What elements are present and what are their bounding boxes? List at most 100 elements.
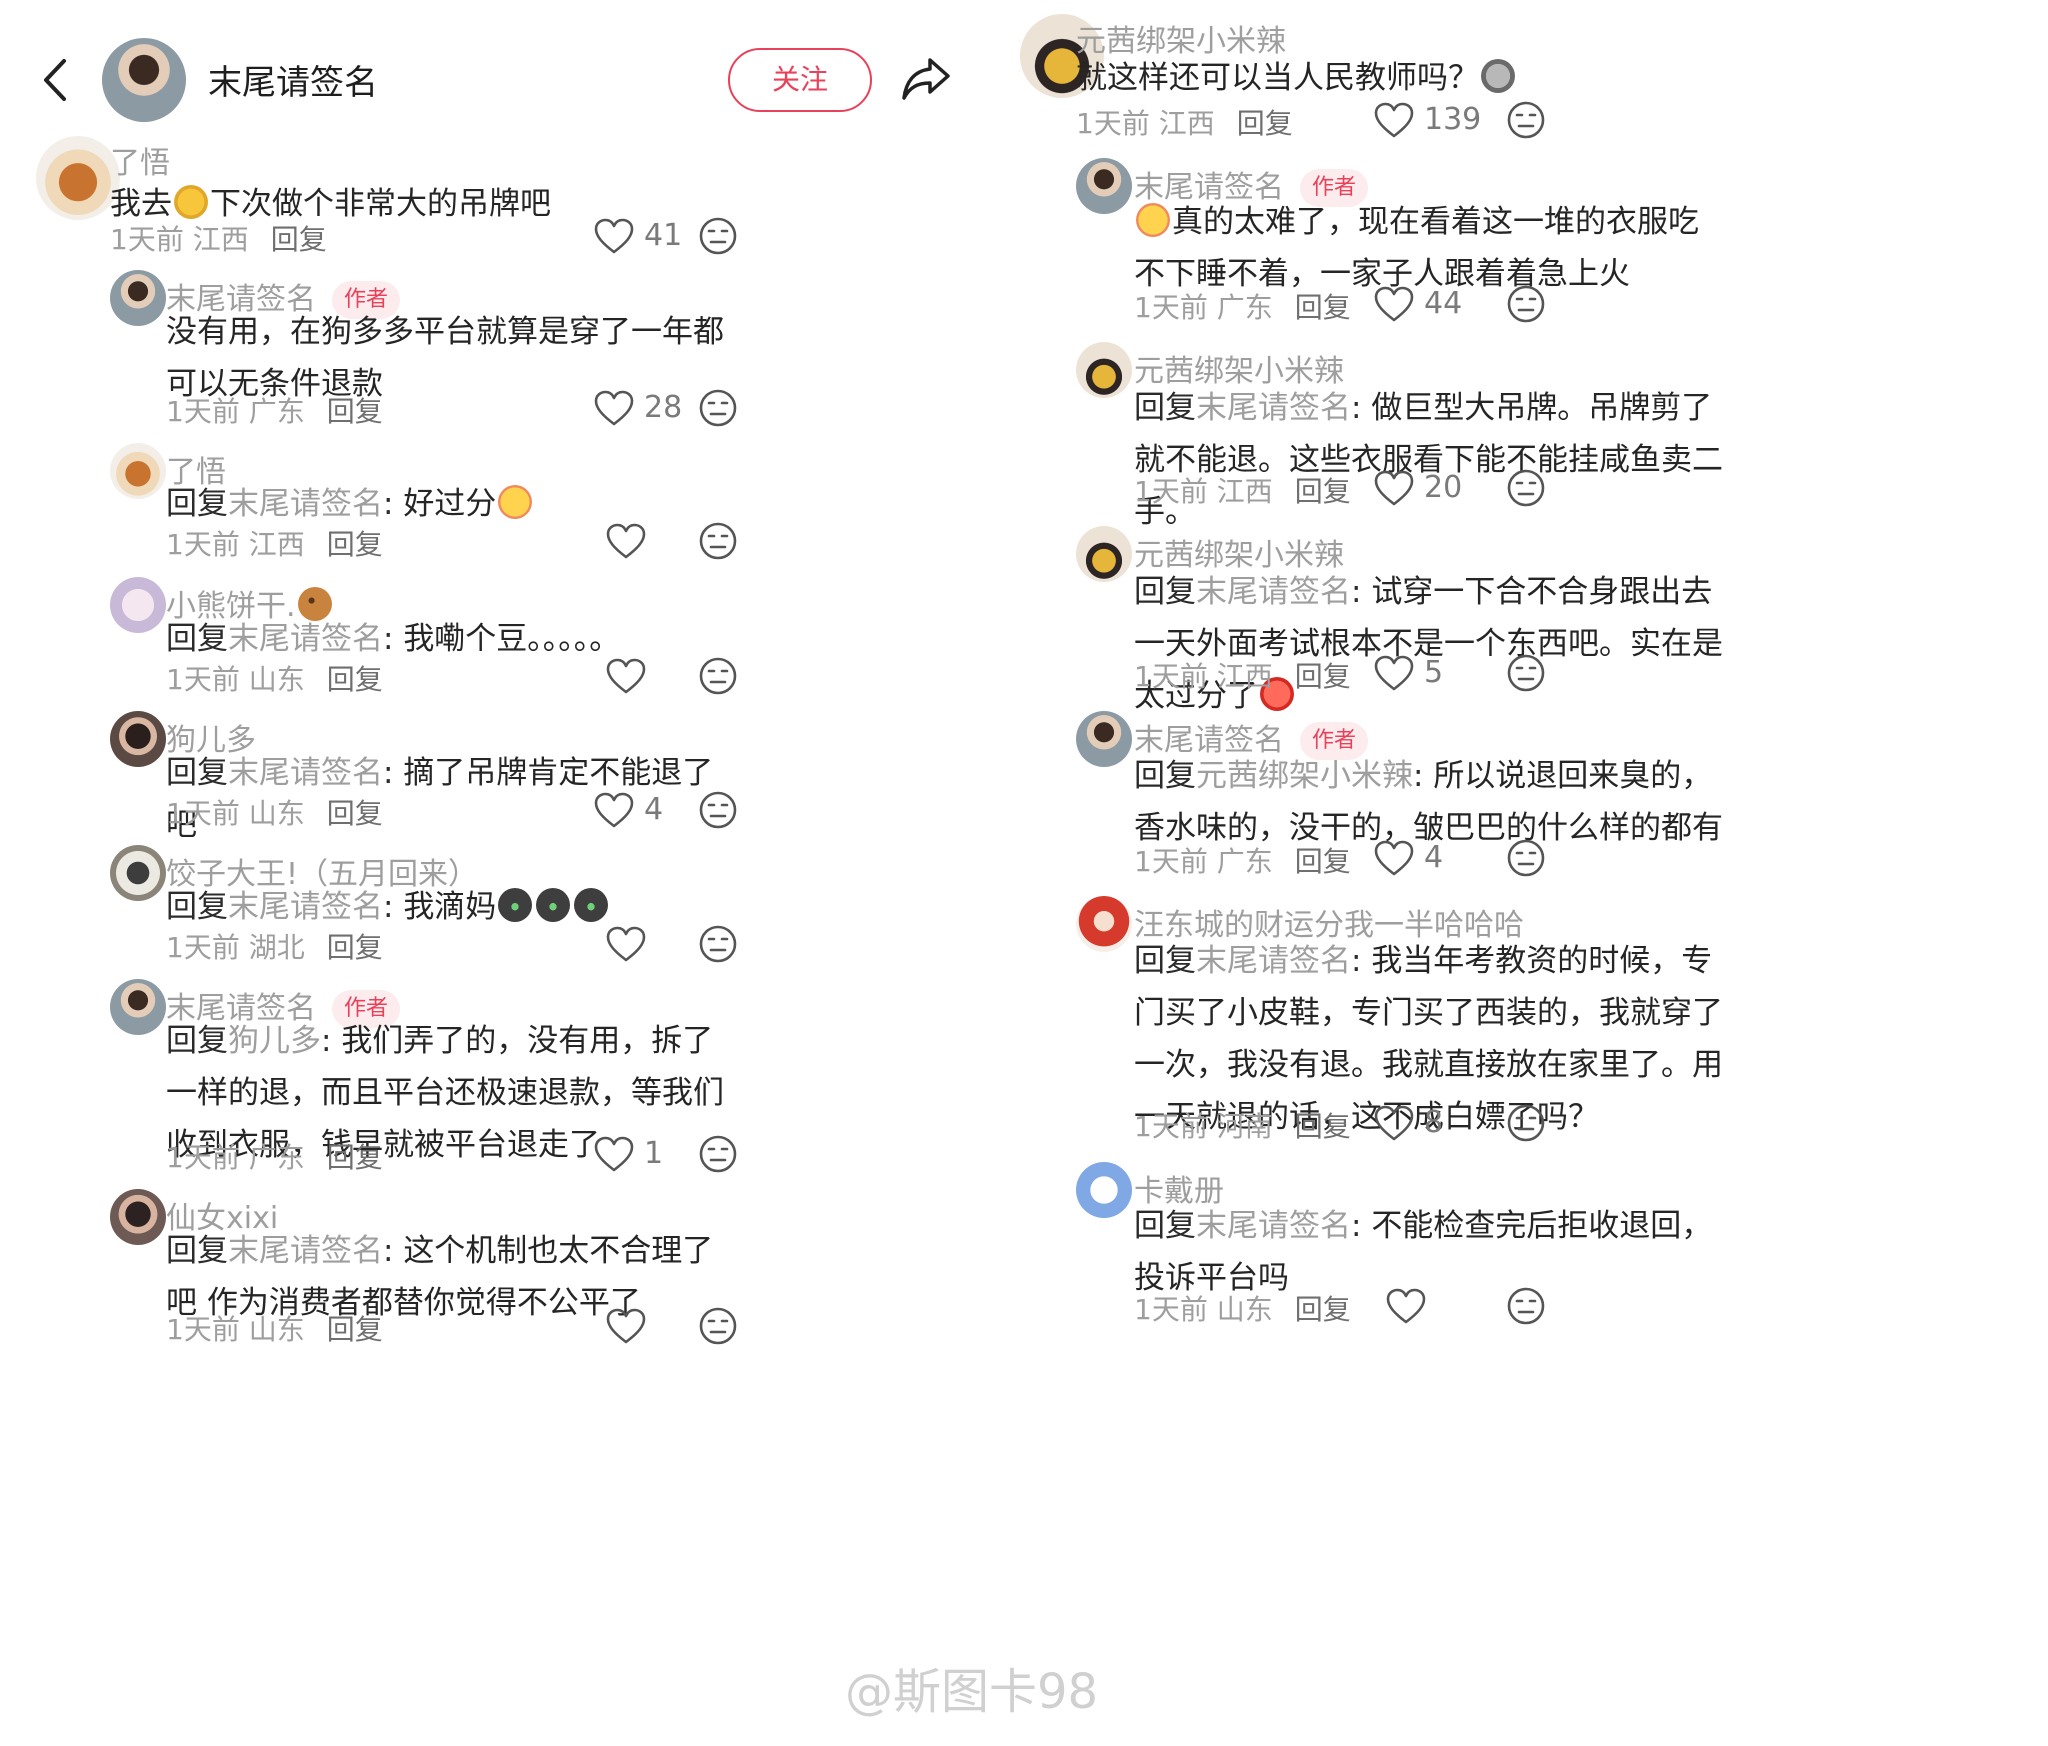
comment-location: 江西: [192, 223, 249, 256]
user-avatar[interactable]: [1076, 896, 1132, 952]
user-avatar[interactable]: [1076, 342, 1132, 398]
like-button[interactable]: 4: [594, 790, 704, 834]
dislike-face-icon[interactable]: [698, 924, 738, 964]
user-avatar[interactable]: [110, 577, 166, 633]
reply-colon: :: [1351, 574, 1372, 610]
reply-button[interactable]: 回复: [327, 395, 383, 428]
comment-text: 就这样还可以当人民教师吗？: [1076, 52, 1676, 104]
heart-icon: [606, 1308, 646, 1344]
meta-space: [1208, 475, 1217, 508]
user-avatar[interactable]: [110, 845, 166, 901]
dislike-face-icon[interactable]: [1506, 284, 1546, 324]
user-avatar[interactable]: [110, 443, 166, 499]
reply-button[interactable]: 回复: [327, 663, 383, 696]
author-avatar[interactable]: [102, 38, 186, 122]
comment-time: 1天前: [166, 395, 240, 428]
reply-button[interactable]: 回复: [327, 528, 383, 561]
reply-colon: :: [1351, 943, 1372, 979]
like-button[interactable]: 8: [1374, 1103, 1484, 1147]
comment-meta: 1天前 山东 回复: [166, 1308, 383, 1348]
comment-location: 湖北: [248, 931, 305, 964]
heart-icon: [1374, 470, 1414, 506]
user-avatar[interactable]: [110, 979, 166, 1035]
user-avatar[interactable]: [1076, 158, 1132, 214]
dislike-face-icon[interactable]: [1506, 100, 1546, 140]
follow-button[interactable]: 关注: [728, 48, 872, 112]
comment-meta: 1天前 江西 回复: [166, 523, 383, 563]
dislike-face-icon[interactable]: [698, 790, 738, 830]
comment-body: 我嘞个豆。。。。。: [403, 621, 621, 657]
right-screenshot: 元茜绑架小米辣 就这样还可以当人民教师吗？ 1天前 江西 回复 139 末尾请签名 作者 真的…: [1020, 0, 2048, 1746]
heart-icon: [1374, 286, 1414, 322]
reply-button[interactable]: 回复: [1295, 291, 1351, 324]
left-screenshot: 末尾请签名 关注 了悟 我去 下次做个非常大的吊牌吧 1天前 江西 回复 41 末尾请签名作…: [0, 0, 1000, 1746]
dislike-face-icon[interactable]: [698, 216, 738, 256]
heart-icon: [1386, 1288, 1426, 1324]
meta-space: [240, 528, 249, 561]
like-count: 139: [1424, 102, 1482, 137]
reply-target-user: 末尾请签名: [228, 621, 383, 657]
dislike-face-icon[interactable]: [698, 388, 738, 428]
user-avatar[interactable]: [1076, 526, 1132, 582]
comment-meta: 1天前 山东 回复: [1134, 1288, 1351, 1328]
heart-icon: [1374, 102, 1414, 138]
reply-button[interactable]: 回复: [1295, 845, 1351, 878]
dislike-face-icon[interactable]: [1506, 838, 1546, 878]
dislike-face-icon[interactable]: [1506, 1286, 1546, 1326]
dislike-face-icon[interactable]: [698, 656, 738, 696]
like-button[interactable]: 4: [1374, 838, 1484, 882]
meta-space: [1208, 1110, 1217, 1143]
comment-meta: 1天前 广东 回复: [166, 390, 383, 430]
reply-button[interactable]: 回复: [1295, 475, 1351, 508]
cat-emoji-icon: [574, 888, 609, 922]
back-arrow-icon[interactable]: [38, 55, 74, 105]
username[interactable]: 了悟: [110, 138, 170, 182]
reply-prefix: 回复: [166, 1233, 228, 1269]
user-avatar[interactable]: [1076, 711, 1132, 767]
meta-space: [1208, 291, 1217, 324]
dislike-face-icon[interactable]: [698, 521, 738, 561]
like-button[interactable]: 139: [1374, 100, 1484, 144]
dislike-face-icon[interactable]: [1506, 1103, 1546, 1143]
meta-space: [240, 797, 249, 830]
reply-button[interactable]: 回复: [1295, 660, 1351, 693]
reply-button[interactable]: 回复: [1295, 1293, 1351, 1326]
like-count: 4: [644, 792, 664, 827]
meta-space: [240, 663, 249, 696]
like-count: 28: [644, 390, 683, 425]
reply-button[interactable]: 回复: [271, 223, 327, 256]
comment-location: 江西: [248, 528, 305, 561]
user-avatar[interactable]: [110, 270, 166, 326]
heart-icon: [594, 218, 634, 254]
dislike-face-icon[interactable]: [698, 1306, 738, 1346]
like-button[interactable]: 44: [1374, 284, 1484, 328]
comment-meta: 1天前 山东 回复: [166, 792, 383, 832]
comment-meta: 1天前 广东 回复: [1134, 286, 1351, 326]
like-button[interactable]: 5: [1374, 653, 1484, 697]
reply-button[interactable]: 回复: [1295, 1110, 1351, 1143]
user-avatar[interactable]: [110, 1189, 166, 1245]
reply-button[interactable]: 回复: [1237, 107, 1293, 140]
comment-time: 1天前: [1134, 475, 1208, 508]
comment-meta: 1天前 湖北 回复: [166, 926, 383, 966]
reply-button[interactable]: 回复: [327, 1313, 383, 1346]
user-avatar[interactable]: [1076, 1162, 1132, 1218]
user-avatar[interactable]: [36, 136, 120, 220]
like-button[interactable]: 28: [594, 388, 704, 432]
dislike-face-icon[interactable]: [1506, 653, 1546, 693]
author-name[interactable]: 末尾请签名: [208, 55, 378, 104]
like-button[interactable]: [1386, 1286, 1496, 1330]
reply-button[interactable]: 回复: [327, 1141, 383, 1174]
meta-space: [240, 1141, 249, 1174]
dislike-face-icon[interactable]: [698, 1134, 738, 1174]
cry-emoji-icon: [1136, 203, 1170, 237]
like-button[interactable]: 41: [594, 216, 704, 260]
dislike-face-icon[interactable]: [1506, 468, 1546, 508]
reply-button[interactable]: 回复: [327, 797, 383, 830]
comment-meta: 1天前 江西 回复: [1076, 102, 1293, 142]
user-avatar[interactable]: [110, 711, 166, 767]
share-icon[interactable]: [900, 56, 952, 102]
like-button[interactable]: 1: [594, 1134, 704, 1178]
like-button[interactable]: 20: [1374, 468, 1484, 512]
reply-button[interactable]: 回复: [327, 931, 383, 964]
